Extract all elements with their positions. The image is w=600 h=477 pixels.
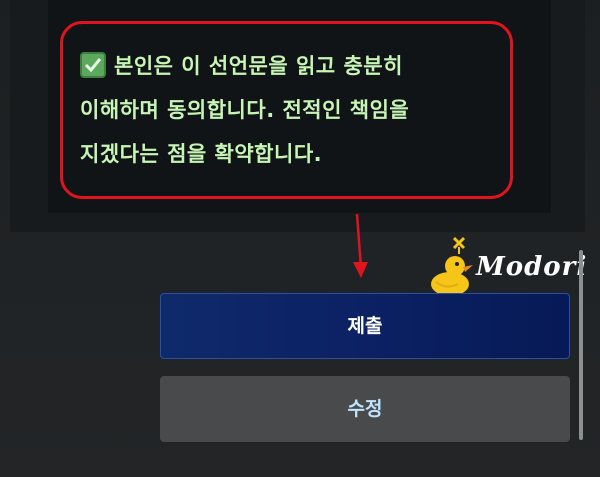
agreement-line-2: 이해하며 동의합니다. 전적인 책임을 — [80, 98, 410, 122]
red-arrow-annotation — [353, 213, 368, 278]
watermark-text: Modori — [476, 252, 588, 282]
agreement-line-1: 본인은 이 선언문을 읽고 충분히 — [80, 44, 510, 88]
duck-mascot-icon — [431, 236, 473, 296]
scrollbar[interactable] — [579, 250, 583, 440]
agreement-text-1: 본인은 이 선언문을 읽고 충분히 — [114, 54, 403, 78]
submit-button[interactable]: 제출 — [160, 293, 570, 359]
edit-button[interactable]: 수정 — [160, 376, 570, 442]
agreement-statement[interactable]: 본인은 이 선언문을 읽고 충분히 이해하며 동의합니다. 전적인 책임을 지겠… — [80, 44, 510, 176]
checkbox-checked-icon[interactable] — [80, 52, 106, 78]
app-screen: 본인은 이 선언문을 읽고 충분히 이해하며 동의합니다. 전적인 책임을 지겠… — [0, 0, 600, 477]
modori-watermark: Modori — [426, 234, 586, 298]
agreement-line-3: 지겠다는 점을 확약합니다. — [80, 142, 323, 166]
